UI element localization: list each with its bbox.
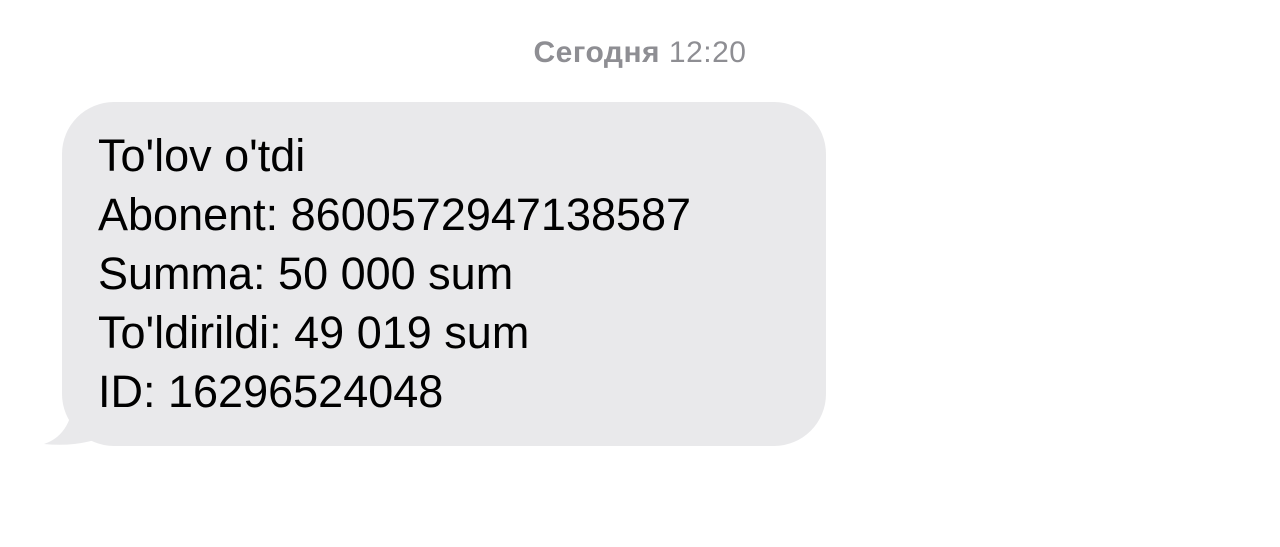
message-timestamp: Сегодня 12:20	[0, 36, 1280, 70]
timestamp-time: 12:20	[668, 36, 747, 69]
message-line-credited: To'ldirildi: 49 019 sum	[98, 307, 530, 358]
message-line-id: ID: 16296524048	[98, 366, 444, 417]
message-line-subscriber: Abonent: 8600572947138587	[98, 189, 692, 240]
timestamp-day: Сегодня	[533, 36, 661, 69]
message-line-amount: Summa: 50 000 sum	[98, 248, 514, 299]
incoming-message-bubble[interactable]: To'lov o'tdi Abonent: 8600572947138587 S…	[44, 102, 834, 448]
message-thread: Сегодня 12:20 To'lov o'tdi Abonent: 8600…	[0, 0, 1280, 547]
message-bubble-body: To'lov o'tdi Abonent: 8600572947138587 S…	[62, 102, 826, 446]
message-line-status: To'lov o'tdi	[98, 130, 306, 181]
